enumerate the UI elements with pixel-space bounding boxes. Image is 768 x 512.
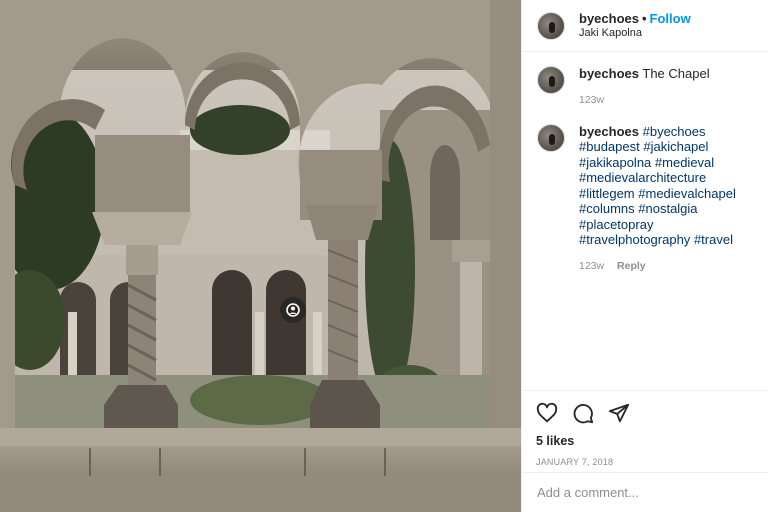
comments-list: byechoes The Chapel 123w byechoes #byech… — [522, 52, 768, 272]
hashtag-link[interactable]: #byechoes — [643, 124, 706, 139]
follow-button[interactable]: Follow — [650, 11, 691, 26]
separator-dot: • — [641, 10, 647, 26]
comment-meta: 123w Reply — [579, 260, 758, 272]
comment-username[interactable]: byechoes — [579, 124, 639, 139]
reply-button[interactable]: Reply — [617, 260, 646, 272]
hashtag-link[interactable]: #littlegem — [579, 186, 635, 201]
comment-meta: 123w — [579, 94, 758, 106]
hashtag-link[interactable]: #travel — [694, 232, 733, 247]
comment-username[interactable]: byechoes — [579, 66, 639, 81]
post-username[interactable]: byechoes — [579, 11, 639, 26]
hashtag-link[interactable]: #medievalchapel — [638, 186, 736, 201]
hashtag-link[interactable]: #medievalarchitecture — [579, 170, 706, 185]
post-photo[interactable] — [0, 0, 521, 512]
avatar[interactable] — [537, 11, 565, 40]
post-header: byechoes • Follow Jaki Kapolna — [522, 0, 768, 52]
avatar[interactable] — [537, 66, 565, 94]
comment-text: byechoes #byechoes #budapest #jakichapel… — [579, 124, 758, 248]
post-date: JANUARY 7, 2018 — [536, 457, 614, 467]
hashtag-link[interactable]: #medieval — [655, 155, 714, 170]
hashtag-link[interactable]: #placetopray — [579, 217, 653, 232]
hashtag-link[interactable]: #jakikapolna — [579, 155, 651, 170]
hashtag-link[interactable]: #columns — [579, 201, 635, 216]
comment-time[interactable]: 123w — [579, 260, 604, 272]
cloister-image — [0, 0, 521, 512]
comment-text: byechoes The Chapel — [579, 66, 758, 82]
comment-time[interactable]: 123w — [579, 94, 604, 106]
hashtag-link[interactable]: #nostalgia — [638, 201, 697, 216]
hashtag-link[interactable]: #travelphotography — [579, 232, 690, 247]
post-actions: 5 likes JANUARY 7, 2018 — [522, 390, 768, 467]
hashtag-link[interactable]: #jakichapel — [643, 139, 708, 154]
hashtag-comment: byechoes #byechoes #budapest #jakichapel… — [537, 123, 758, 272]
like-count[interactable]: 5 likes — [536, 434, 768, 448]
avatar[interactable] — [537, 123, 565, 152]
post-location[interactable]: Jaki Kapolna — [579, 26, 691, 41]
add-comment-bar — [522, 472, 768, 512]
post-side-panel: byechoes • Follow Jaki Kapolna byechoes Th… — [521, 0, 768, 512]
heart-icon[interactable] — [536, 402, 558, 424]
share-icon[interactable] — [608, 402, 630, 424]
hashtag-link[interactable]: #budapest — [579, 139, 640, 154]
comment-input[interactable] — [537, 485, 753, 500]
action-icons — [536, 401, 768, 425]
comment-body: The Chapel — [642, 66, 710, 81]
caption-comment: byechoes The Chapel 123w — [537, 66, 758, 106]
comment-icon[interactable] — [572, 402, 594, 424]
user-tag-icon[interactable] — [280, 297, 306, 323]
